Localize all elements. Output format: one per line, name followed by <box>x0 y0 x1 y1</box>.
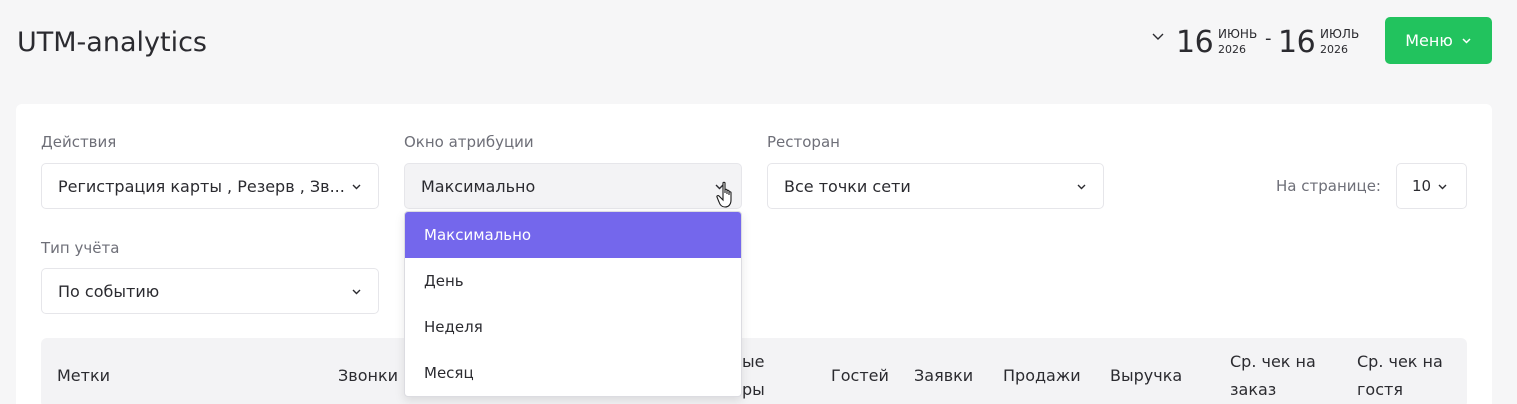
restaurant-select-value: Все точки сети <box>784 176 911 196</box>
column-header-partial-top[interactable]: ые <box>742 352 764 371</box>
actions-label: Действия <box>41 133 117 151</box>
restaurant-select[interactable]: Все точки сети <box>767 163 1104 209</box>
attribution-dropdown-menu: Максимально День Неделя Месяц <box>404 211 742 397</box>
chevron-down-icon <box>352 289 361 295</box>
date-from-day[interactable]: 16 <box>1176 25 1214 60</box>
date-separator: - <box>1265 28 1272 49</box>
column-header-guests[interactable]: Гостей <box>831 366 889 385</box>
column-header-avg-guest-line2: гостя <box>1357 380 1403 399</box>
chevron-down-icon <box>352 184 361 190</box>
hand-cursor-icon <box>716 181 732 208</box>
date-to-day[interactable]: 16 <box>1278 25 1316 60</box>
column-header-partial-bottom: ры <box>742 380 765 399</box>
account-type-select[interactable]: По событию <box>41 268 379 314</box>
per-page-label: На странице: <box>1276 177 1381 195</box>
account-type-label: Тип учёта <box>41 239 120 257</box>
attribution-select-value: Максимально <box>421 176 536 196</box>
dropdown-option-max[interactable]: Максимально <box>405 212 741 258</box>
menu-button[interactable]: Меню <box>1385 17 1492 64</box>
column-header-revenue[interactable]: Выручка <box>1110 366 1182 385</box>
column-header-avg-guest[interactable]: Ср. чек на <box>1357 352 1443 371</box>
chevron-down-icon <box>1438 184 1447 190</box>
menu-button-label: Меню <box>1405 31 1453 50</box>
page-title: UTM-analytics <box>17 27 207 58</box>
column-header-avg-order-line2: заказ <box>1230 380 1277 399</box>
date-to-year: 2026 <box>1320 43 1348 56</box>
attribution-select[interactable]: Максимально <box>404 163 742 209</box>
column-header-requests[interactable]: Заявки <box>914 366 973 385</box>
dropdown-option-day[interactable]: День <box>405 258 741 304</box>
restaurant-label: Ресторан <box>767 133 840 151</box>
per-page-select-value: 10 <box>1412 177 1432 195</box>
attribution-label: Окно атрибуции <box>404 133 534 151</box>
actions-select-value: Регистрация карты , Резерв , Зв... <box>58 176 345 196</box>
date-from-month: ИЮНЬ <box>1218 27 1258 41</box>
column-header-avg-order[interactable]: Ср. чек на <box>1230 352 1316 371</box>
chevron-down-icon <box>1077 184 1086 190</box>
column-header-tags[interactable]: Метки <box>57 366 110 385</box>
per-page-select[interactable]: 10 <box>1396 163 1467 209</box>
account-type-select-value: По событию <box>58 281 160 301</box>
date-from-year: 2026 <box>1218 43 1246 56</box>
actions-select[interactable]: Регистрация карты , Резерв , Зв... <box>41 163 379 209</box>
date-to-month: ИЮЛЬ <box>1320 27 1360 41</box>
chevron-down-icon <box>1462 38 1471 44</box>
dropdown-option-month[interactable]: Месяц <box>405 350 741 396</box>
date-range-chevron-icon[interactable] <box>1150 28 1166 44</box>
column-header-calls[interactable]: Звонки <box>338 366 398 385</box>
dropdown-option-week[interactable]: Неделя <box>405 304 741 350</box>
column-header-sales[interactable]: Продажи <box>1003 366 1081 385</box>
